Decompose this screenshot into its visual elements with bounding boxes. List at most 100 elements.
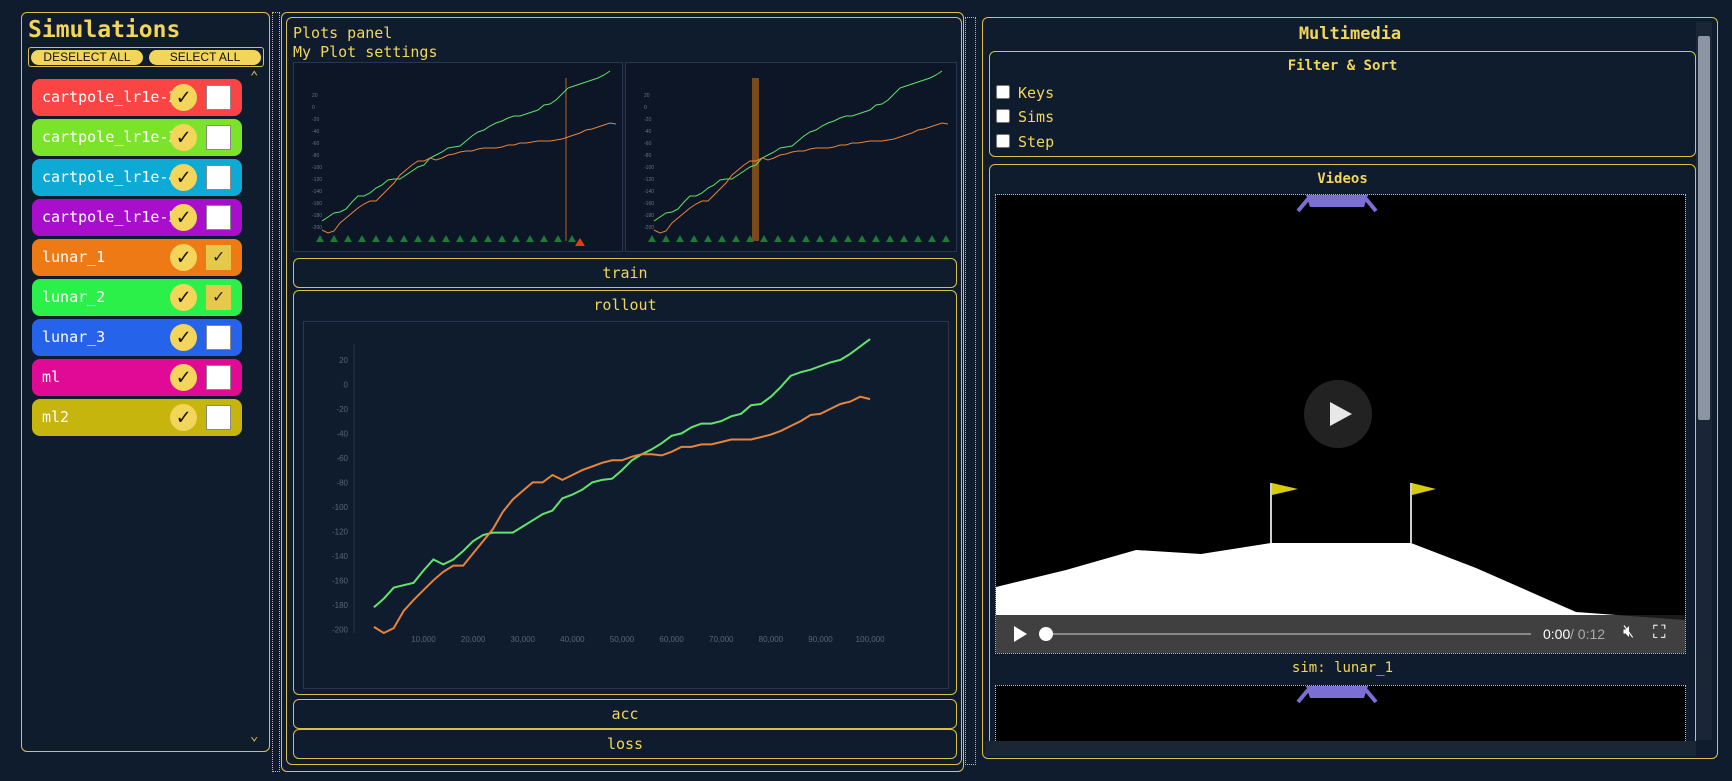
simulations-title: Simulations	[28, 17, 181, 43]
fullscreen-icon[interactable]: ⛶	[1653, 622, 1666, 643]
svg-text:0: 0	[644, 105, 647, 111]
visibility-check-icon[interactable]: ✓	[170, 204, 197, 231]
visibility-check-icon[interactable]: ✓	[170, 364, 197, 391]
simulation-item[interactable]: ml ✓	[32, 359, 242, 396]
y-tick-label: -160	[332, 576, 349, 585]
section-rollout-label[interactable]: rollout	[294, 296, 956, 314]
y-tick-label: -60	[336, 454, 348, 463]
selection-checkbox[interactable]	[206, 405, 231, 430]
simulation-label: lunar_2	[42, 288, 106, 306]
visibility-check-icon[interactable]: ✓	[170, 324, 197, 351]
x-tick-label: 30,000	[511, 635, 536, 644]
scroll-down-icon[interactable]: ⌄	[250, 728, 258, 744]
svg-text:-180: -180	[312, 213, 322, 219]
simulation-item[interactable]: cartpole_lr1e-4 ✓	[32, 159, 242, 196]
vertical-scroll-thumb[interactable]	[1698, 36, 1710, 420]
selection-checkbox[interactable]	[206, 165, 231, 190]
section-acc[interactable]: acc	[293, 699, 957, 729]
panel-divider[interactable]	[272, 12, 280, 772]
multimedia-title: Multimedia	[1298, 24, 1402, 44]
scroll-up-icon[interactable]: ⌃	[250, 69, 258, 85]
svg-text:0: 0	[312, 105, 315, 111]
simulation-label: lunar_3	[42, 328, 106, 346]
svg-text:-200: -200	[312, 225, 322, 231]
svg-text:-100: -100	[312, 165, 322, 171]
visibility-check-icon[interactable]: ✓	[170, 164, 197, 191]
vertical-scrollbar[interactable]	[1696, 22, 1712, 740]
y-tick-label: -80	[336, 478, 348, 487]
svg-text:-80: -80	[312, 153, 319, 159]
play-overlay-button[interactable]	[1304, 380, 1372, 448]
panel-divider-2[interactable]	[965, 17, 976, 765]
filter-sims-checkbox[interactable]	[996, 109, 1010, 123]
x-tick-label: 50,000	[610, 635, 635, 644]
visibility-check-icon[interactable]: ✓	[170, 84, 197, 111]
mini-plot-1[interactable]: 20 0 -20 -40 -60 -80 -100 -120 -140 -160 -180 -20…	[293, 62, 623, 252]
simulation-item[interactable]: cartpole_lr1e-5 ✓	[32, 199, 242, 236]
visibility-check-icon[interactable]: ✓	[170, 404, 197, 431]
y-tick-label: -180	[332, 601, 349, 610]
mute-icon[interactable]: 🔇︎	[1623, 621, 1634, 642]
section-loss-label: loss	[606, 735, 644, 753]
filter-keys-label: Keys	[1018, 84, 1055, 102]
selection-checkbox[interactable]	[206, 85, 231, 110]
selection-checkbox[interactable]: ✓	[206, 285, 231, 310]
filter-step-option[interactable]: Step	[996, 133, 1054, 151]
y-tick-label: 0	[344, 380, 349, 389]
y-tick-label: -100	[332, 503, 349, 512]
section-rollout: rollout 20 0 -20 -40 -60 -80 -100 -120 -140 -160 -…	[293, 290, 957, 695]
mini-plot-2[interactable]: 20 0 -20 -40 -60 -80 -100 -120 -140 -160 -180 -20…	[625, 62, 957, 252]
video-caption: sim: lunar_1	[1291, 660, 1394, 676]
y-tick-label: -140	[332, 552, 349, 561]
svg-text:-160: -160	[644, 201, 654, 207]
section-loss[interactable]: loss	[293, 729, 957, 759]
y-tick-label: -200	[332, 625, 349, 634]
x-tick-label: 100,000	[856, 635, 885, 644]
simulation-item[interactable]: lunar_1 ✓ ✓	[32, 239, 242, 276]
section-acc-label: acc	[611, 705, 639, 723]
svg-text:-60: -60	[312, 141, 319, 147]
selection-checkbox[interactable]: ✓	[206, 245, 231, 270]
filter-keys-checkbox[interactable]	[996, 85, 1010, 99]
y-tick-label: -120	[332, 527, 349, 536]
svg-text:-160: -160	[312, 201, 322, 207]
horizontal-scrollbar[interactable]	[985, 741, 1696, 756]
selection-checkbox[interactable]	[206, 365, 231, 390]
filter-sort-title: Filter & Sort	[1287, 58, 1398, 74]
simulation-label: cartpole_lr1e-4	[42, 168, 172, 186]
section-train[interactable]: train	[293, 258, 957, 288]
simulation-item[interactable]: lunar_3 ✓	[32, 319, 242, 356]
mini-plot-2-svg: 20 0 -20 -40 -60 -80 -100 -120 -140 -160 -180 -20…	[644, 70, 950, 242]
selection-checkbox[interactable]	[206, 325, 231, 350]
x-tick-label: 10,000	[411, 635, 436, 644]
y-tick-label: 20	[339, 356, 348, 365]
select-all-button[interactable]: SELECT ALL	[149, 50, 261, 65]
play-icon[interactable]	[1014, 626, 1027, 642]
section-train-label: train	[602, 264, 648, 282]
simulation-item[interactable]: cartpole_lr1e-2 ✓	[32, 79, 242, 116]
video-player[interactable]: 0:00 / 0:12 🔇︎ ⛶	[995, 194, 1686, 654]
svg-text:-20: -20	[644, 117, 651, 123]
selection-checkbox[interactable]	[206, 125, 231, 150]
simulation-item[interactable]: cartpole_lr1e-3 ✓	[32, 119, 242, 156]
simulation-item[interactable]: lunar_2 ✓ ✓	[32, 279, 242, 316]
visibility-check-icon[interactable]: ✓	[170, 284, 197, 311]
simulation-item[interactable]: ml2 ✓	[32, 399, 242, 436]
visibility-check-icon[interactable]: ✓	[170, 244, 197, 271]
filter-step-checkbox[interactable]	[996, 134, 1010, 148]
seek-bar[interactable]	[1046, 633, 1531, 635]
svg-text:-140: -140	[312, 189, 322, 195]
x-tick-label: 90,000	[808, 635, 833, 644]
series-line-2[interactable]	[373, 395, 871, 635]
plot-settings-link[interactable]: My Plot settings	[293, 43, 438, 61]
deselect-all-button[interactable]: DESELECT ALL	[31, 50, 143, 65]
filter-sims-option[interactable]: Sims	[996, 108, 1054, 126]
visibility-check-icon[interactable]: ✓	[170, 124, 197, 151]
series-line-1[interactable]	[373, 338, 871, 609]
seek-handle[interactable]	[1039, 627, 1053, 641]
filter-keys-option[interactable]: Keys	[996, 84, 1054, 102]
svg-text:-180: -180	[644, 213, 654, 219]
videos-box: Videos 0:00 / 0:12 🔇︎ ⛶ sim: lunar_1	[989, 164, 1696, 754]
selection-checkbox[interactable]	[206, 205, 231, 230]
rollout-chart[interactable]: 20 0 -20 -40 -60 -80 -100 -120 -140 -160 -180 -200 1…	[303, 321, 949, 689]
